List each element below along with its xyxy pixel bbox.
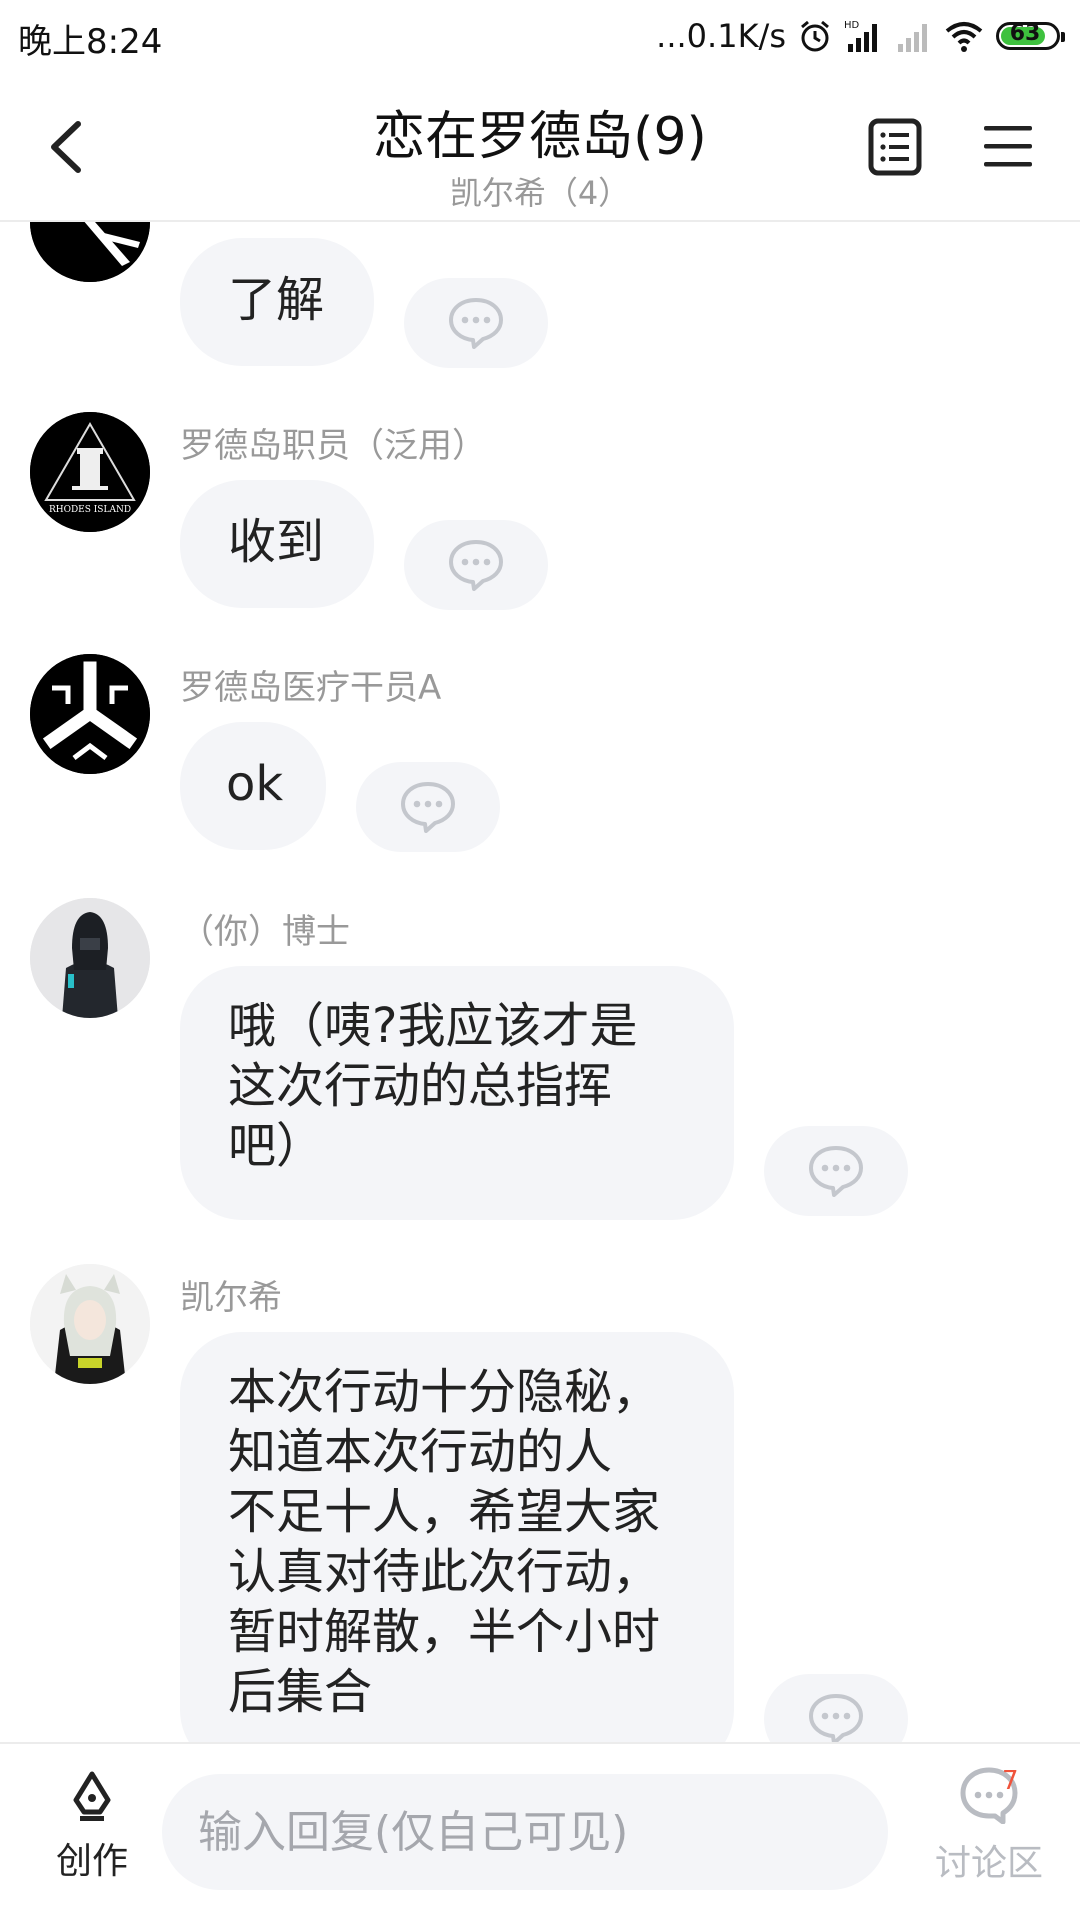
alarm-icon xyxy=(801,20,829,52)
chat-header: 恋在罗德岛(9) 凯尔希（4） xyxy=(0,74,1080,222)
message-line: 本次行动十分隐秘， xyxy=(228,1364,661,1420)
battery-level: 63 xyxy=(1009,21,1041,46)
comment-icon xyxy=(401,782,455,833)
network-speed: ...0.1K/s xyxy=(656,17,786,55)
sender-name: （你）博士 xyxy=(180,912,350,952)
comment-button[interactable] xyxy=(404,520,548,610)
message-bubble[interactable]: 哦（咦?我应该才是 这次行动的总指挥 吧） xyxy=(180,966,734,1220)
slash-logo-icon xyxy=(30,222,150,282)
comment-icon xyxy=(449,298,503,349)
message-line: 后集合 xyxy=(228,1664,373,1720)
discussion-badge: 7 xyxy=(1002,1766,1019,1796)
signal-icon xyxy=(898,24,927,52)
bottom-bar: 创作 7 讨论区 xyxy=(0,1742,1080,1922)
create-button[interactable]: 创作 xyxy=(44,1770,140,1884)
comment-button[interactable] xyxy=(404,278,548,368)
rhodes-island-logo-icon: RHODES ISLAND xyxy=(30,412,150,532)
comment-icon xyxy=(809,1694,863,1742)
menu-icon[interactable] xyxy=(982,120,1034,172)
avatar[interactable] xyxy=(30,898,150,1018)
kaltsit-avatar-icon xyxy=(30,1264,150,1384)
sender-name: 罗德岛医疗干员A xyxy=(180,668,442,708)
comment-button[interactable] xyxy=(764,1674,908,1742)
sender-name: 罗德岛职员（泛用） xyxy=(180,426,486,466)
message-line: 知道本次行动的人 xyxy=(228,1424,613,1480)
message-bubble[interactable]: 了解 xyxy=(180,238,374,366)
comment-icon xyxy=(449,540,503,591)
discussion-button[interactable]: 7 讨论区 xyxy=(924,1766,1054,1886)
status-time: 晚上8:24 xyxy=(18,22,163,62)
message-line: 哦（咦?我应该才是 xyxy=(228,998,638,1054)
comment-icon xyxy=(809,1146,863,1197)
message-line: 认真对待此次行动， xyxy=(228,1544,661,1600)
avatar[interactable]: RHODES ISLAND xyxy=(30,412,150,532)
medical-logo-icon xyxy=(30,654,150,774)
message-line: 这次行动的总指挥 xyxy=(228,1058,613,1114)
svg-text:HD: HD xyxy=(844,20,860,31)
avatar[interactable] xyxy=(30,1264,150,1384)
wifi-icon xyxy=(945,22,983,52)
avatar[interactable] xyxy=(30,654,150,774)
avatar[interactable] xyxy=(30,222,150,282)
reply-input[interactable] xyxy=(162,1774,888,1890)
status-right: ...0.1K/s HD 63 xyxy=(656,12,1065,60)
message-bubble[interactable]: 收到 xyxy=(180,480,374,608)
message-bubble[interactable]: ok xyxy=(180,722,326,850)
message-line: 吧） xyxy=(228,1118,325,1174)
doctor-avatar-icon xyxy=(30,898,150,1018)
message-bubble[interactable]: 本次行动十分隐秘， 知道本次行动的人 不足十人，希望大家 认真对待此次行动， 暂… xyxy=(180,1332,734,1742)
battery-icon: 63 xyxy=(996,21,1065,50)
pen-nib-icon xyxy=(73,1771,111,1821)
chat-list[interactable]: 了解 RHODES ISLAND 罗德岛职员（泛用） 收到 罗德岛医疗干员A o… xyxy=(0,222,1080,1742)
create-label: 创作 xyxy=(55,1841,128,1882)
sender-name: 凯尔希 xyxy=(180,1278,282,1318)
comment-button[interactable] xyxy=(764,1126,908,1216)
message-line: 不足十人，希望大家 xyxy=(228,1484,661,1540)
status-bar: 晚上8:24 ...0.1K/s HD 63 xyxy=(0,0,1080,74)
signal-hd-icon: HD xyxy=(844,20,877,52)
logo-text: RHODES ISLAND xyxy=(49,505,131,515)
comment-button[interactable] xyxy=(356,762,500,852)
message-line: 暂时解散，半个小时 xyxy=(228,1604,661,1660)
list-icon[interactable] xyxy=(868,118,922,176)
discussion-label: 讨论区 xyxy=(934,1843,1043,1884)
